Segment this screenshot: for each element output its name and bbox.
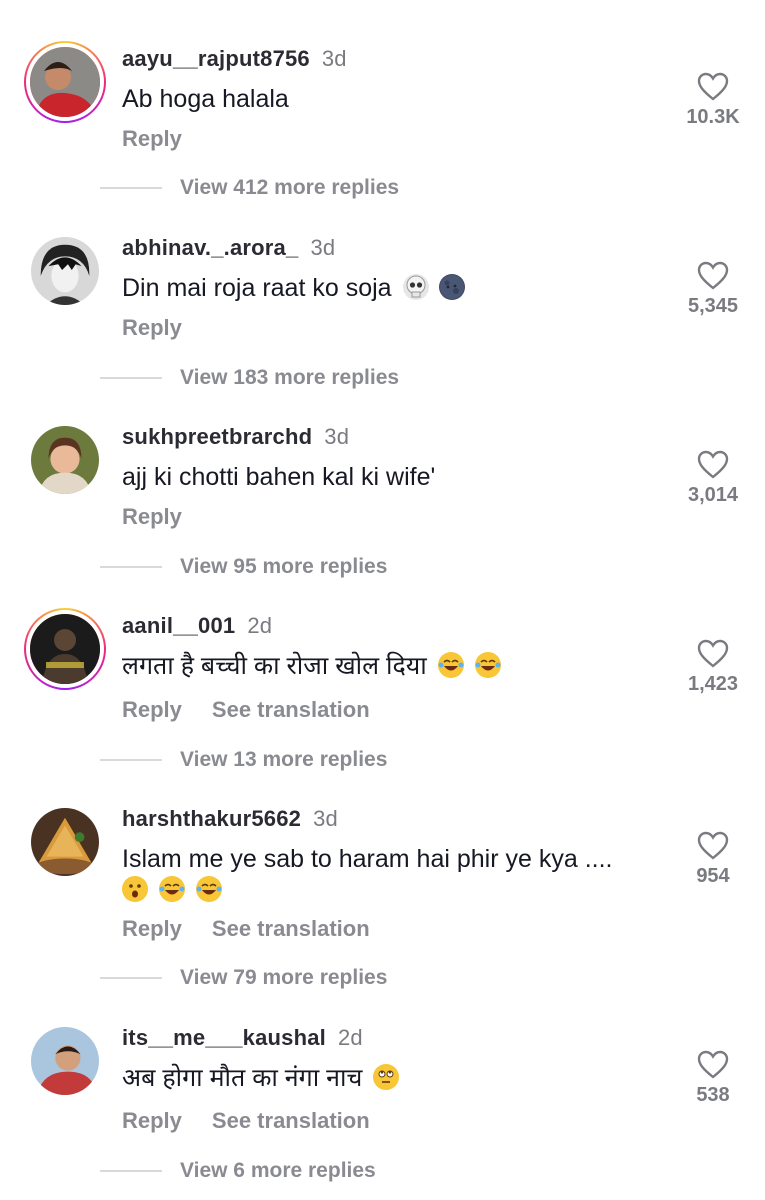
avatar[interactable]	[26, 43, 104, 121]
like-button[interactable]: 10.3K	[680, 72, 746, 129]
comment-actions: Reply See translation	[122, 697, 370, 723]
skull-emoji	[402, 274, 429, 300]
heart-icon[interactable]	[697, 1050, 729, 1080]
timestamp: 3d	[324, 424, 350, 449]
see-translation-button[interactable]: See translation	[212, 916, 370, 941]
see-translation-button[interactable]: See translation	[212, 697, 370, 722]
reply-button[interactable]: Reply	[122, 315, 182, 340]
reply-button[interactable]: Reply	[122, 504, 182, 529]
view-replies-button[interactable]: View 79 more replies	[100, 966, 387, 990]
divider	[100, 1170, 162, 1172]
view-replies-button[interactable]: View 95 more replies	[100, 555, 387, 579]
divider	[100, 187, 162, 189]
comment-text: ajj ki chotti bahen kal ki wife'	[122, 463, 436, 491]
reply-button[interactable]: Reply	[122, 697, 182, 722]
reply-button[interactable]: Reply	[122, 916, 182, 941]
avatar-wrapper[interactable]	[24, 1020, 106, 1102]
timestamp: 3d	[321, 46, 347, 71]
comment-text: अब होगा मौत का नंगा नाच	[122, 1063, 652, 1094]
view-replies-button[interactable]: View 13 more replies	[100, 748, 387, 772]
username[interactable]: its__me___kaushal 2d	[122, 1025, 363, 1051]
see-translation-button[interactable]: See translation	[212, 1108, 370, 1133]
view-replies-button[interactable]: View 183 more replies	[100, 366, 399, 390]
eye-roll-emoji	[373, 1064, 400, 1090]
username[interactable]: aayu__rajput8756 3d	[122, 46, 347, 72]
avatar-wrapper[interactable]	[24, 230, 106, 312]
like-count: 954	[696, 865, 730, 887]
divider	[100, 566, 162, 568]
comment-actions: Reply	[122, 126, 182, 152]
heart-icon[interactable]	[697, 72, 729, 102]
divider	[100, 977, 162, 979]
avatar-wrapper[interactable]	[24, 419, 106, 501]
tears-of-joy-emoji	[158, 876, 185, 902]
like-button[interactable]: 1,423	[680, 639, 746, 696]
like-count: 10.3K	[686, 106, 740, 128]
comment-text: लगता है बच्ची का रोजा खोल दिया	[122, 651, 652, 682]
comment-text: Din mai roja raat ko soja	[122, 273, 652, 304]
username[interactable]: sukhpreetbrarchd 3d	[122, 424, 349, 450]
divider	[100, 377, 162, 379]
timestamp: 3d	[310, 235, 336, 260]
timestamp: 2d	[247, 613, 273, 638]
reply-button[interactable]: Reply	[122, 1108, 182, 1133]
username[interactable]: aanil__001 2d	[122, 613, 272, 639]
like-count: 538	[696, 1084, 730, 1106]
comment-actions: Reply See translation	[122, 1108, 370, 1134]
reply-button[interactable]: Reply	[122, 126, 182, 151]
username[interactable]: harshthakur5662 3d	[122, 806, 338, 832]
tears-of-joy-emoji	[437, 652, 464, 678]
avatar[interactable]	[31, 808, 99, 876]
comment-text: Islam me ye sab to haram hai phir ye kya…	[122, 844, 652, 906]
heart-icon[interactable]	[697, 450, 729, 480]
avatar[interactable]	[26, 610, 104, 688]
comment-actions: Reply See translation	[122, 916, 370, 942]
heart-icon[interactable]	[697, 261, 729, 291]
heart-icon[interactable]	[697, 831, 729, 861]
divider	[100, 759, 162, 761]
comment-text: Ab hoga halala	[122, 85, 289, 113]
surprised-face-emoji	[122, 876, 148, 902]
like-count: 5,345	[687, 295, 739, 317]
tears-of-joy-emoji	[474, 652, 501, 678]
new-moon-face-emoji	[439, 274, 466, 300]
like-count: 1,423	[687, 673, 739, 695]
like-count: 3,014	[687, 484, 739, 506]
avatar-story-ring[interactable]	[24, 608, 106, 690]
like-button[interactable]: 3,014	[680, 450, 746, 507]
timestamp: 3d	[313, 806, 338, 831]
view-replies-button[interactable]: View 6 more replies	[100, 1159, 376, 1183]
avatar-story-ring[interactable]	[24, 41, 106, 123]
username[interactable]: abhinav._.arora_ 3d	[122, 235, 335, 261]
timestamp: 2d	[337, 1025, 363, 1050]
like-button[interactable]: 954	[680, 831, 746, 888]
avatar[interactable]	[31, 1027, 99, 1095]
like-button[interactable]: 538	[680, 1050, 746, 1107]
avatar[interactable]	[31, 426, 99, 494]
view-replies-button[interactable]: View 412 more replies	[100, 176, 399, 200]
avatar-wrapper[interactable]	[24, 801, 106, 883]
heart-icon[interactable]	[697, 639, 729, 669]
tears-of-joy-emoji	[195, 876, 222, 902]
comment-actions: Reply	[122, 315, 182, 341]
avatar[interactable]	[31, 237, 99, 305]
like-button[interactable]: 5,345	[680, 261, 746, 318]
comment-actions: Reply	[122, 504, 182, 530]
